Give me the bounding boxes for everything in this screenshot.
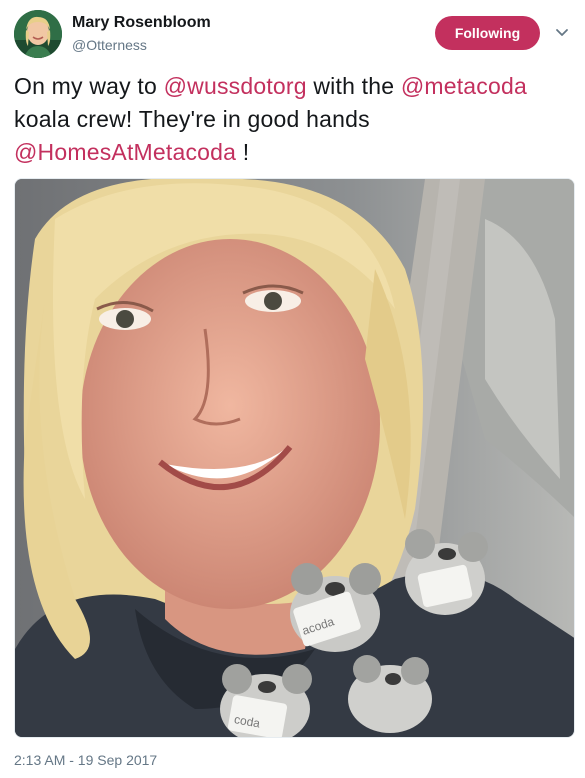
tweet-timestamp[interactable]: 2:13 AM - 19 Sep 2017 <box>14 752 157 768</box>
chevron-down-icon[interactable] <box>554 24 570 40</box>
tweet-text-part: koala crew! They're in good hands <box>14 106 370 132</box>
tweet-header: Mary Rosenbloom @Otterness Following <box>14 10 574 60</box>
author-name[interactable]: Mary Rosenbloom <box>72 14 211 32</box>
mention-link-metacoda[interactable]: @metacoda <box>401 73 527 99</box>
tweet-text-part: with the <box>306 73 401 99</box>
following-button[interactable]: Following <box>435 16 540 50</box>
tweet-photo[interactable]: acoda coda <box>14 178 575 738</box>
author-handle[interactable]: @Otterness <box>72 37 147 53</box>
profile-photo-icon <box>14 10 62 58</box>
tweet-text: On my way to @wussdotorg with the @metac… <box>14 70 570 169</box>
mention-link-homesatmetacoda[interactable]: @HomesAtMetacoda <box>14 139 236 165</box>
selfie-photo-icon: acoda coda <box>15 179 574 737</box>
tweet-text-part: On my way to <box>14 73 164 99</box>
mention-link-wussdotorg[interactable]: @wussdotorg <box>164 73 307 99</box>
tweet-text-part: ! <box>236 139 250 165</box>
avatar[interactable] <box>14 10 62 58</box>
